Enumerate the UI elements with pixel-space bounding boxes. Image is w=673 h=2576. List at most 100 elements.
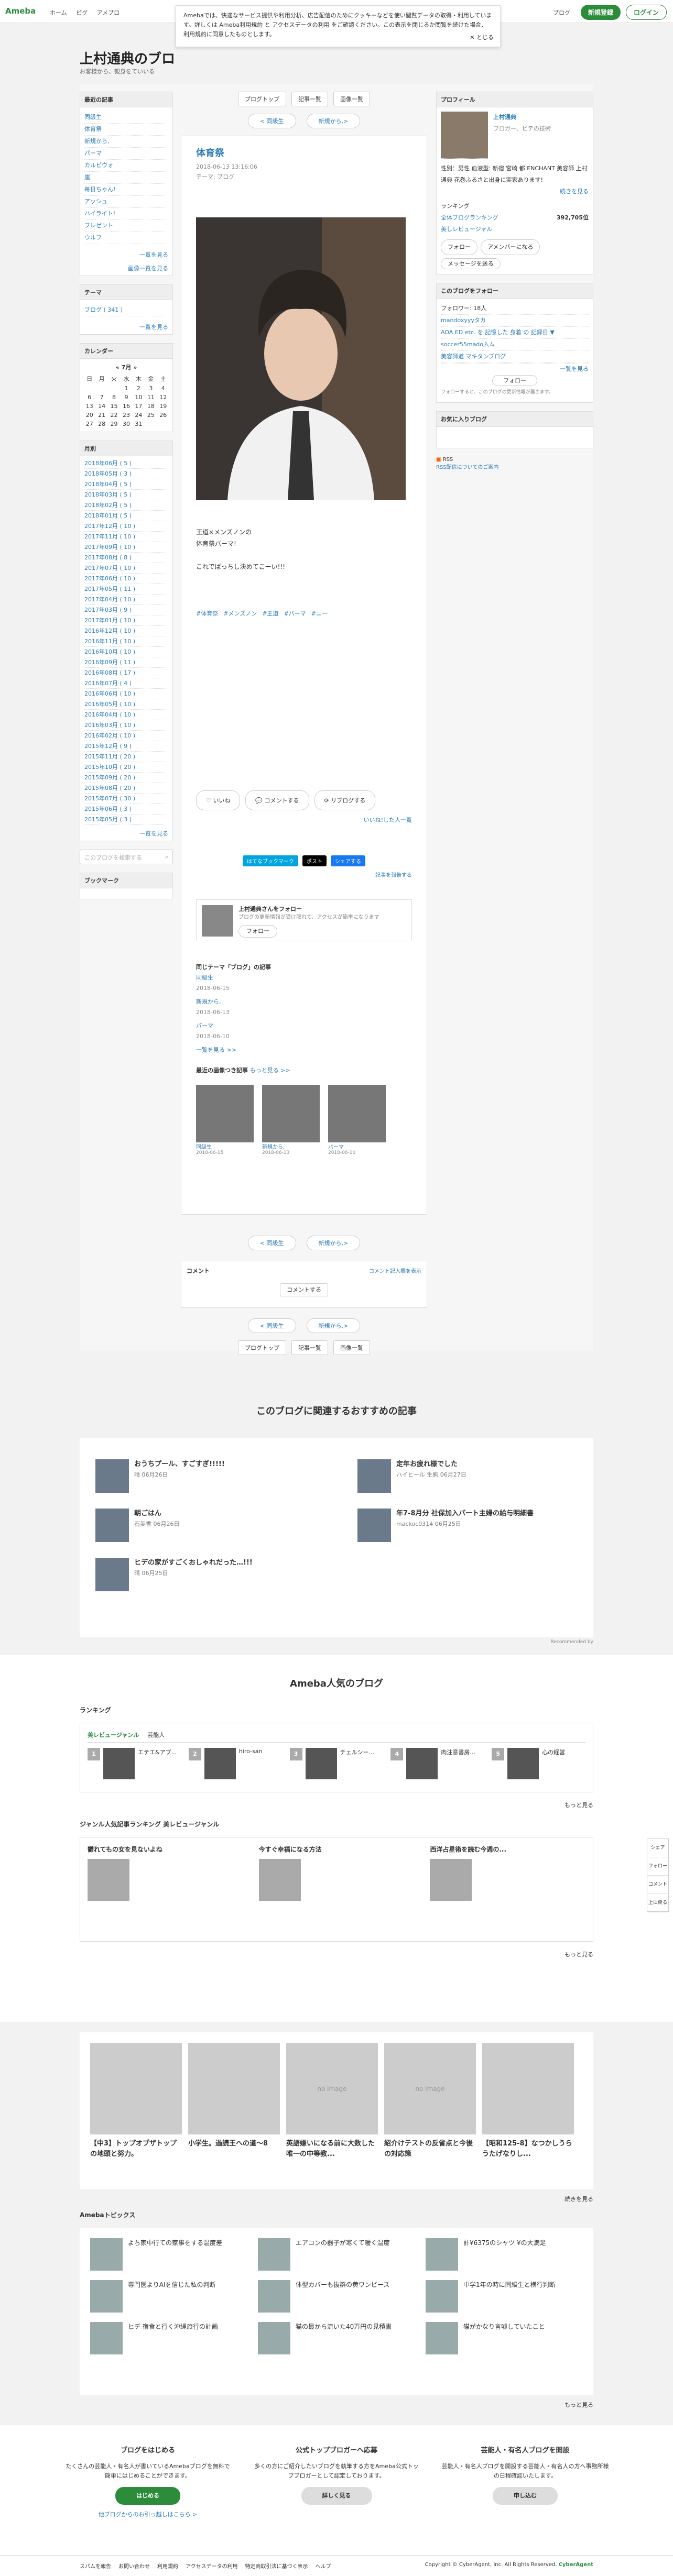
article-photo[interactable] (196, 217, 406, 500)
next-entry-button-bottom[interactable]: 新規から,> (306, 1236, 361, 1250)
hashtag[interactable]: #王道 (262, 610, 278, 617)
month-archive-link[interactable]: 2017年12月 ( 10 ) (84, 521, 168, 532)
recent-more-link[interactable]: 一覧を見る (80, 248, 172, 262)
topic-item[interactable]: よち家中行ての家事をする温度差 (90, 2238, 247, 2271)
month-archive-link[interactable]: 2016年03月 ( 10 ) (84, 720, 168, 731)
search-icon[interactable]: ⌕ (165, 853, 168, 861)
calendar-day[interactable]: 30 (120, 420, 132, 428)
calendar-day[interactable]: 14 (95, 402, 107, 411)
calendar-day[interactable] (83, 384, 95, 393)
same-theme-link[interactable]: 同級生 (196, 973, 412, 983)
footer-link[interactable]: お問い合わせ (118, 2564, 150, 2570)
nav-pigg[interactable]: ピグ (76, 9, 88, 16)
featured-more-link[interactable]: 続きを見る (0, 2195, 593, 2203)
nav-ameblo[interactable]: アメブロ (97, 9, 120, 16)
calendar-day[interactable] (95, 384, 107, 393)
calendar-day[interactable] (108, 384, 120, 393)
calendar-day[interactable]: 11 (145, 393, 157, 402)
footer-link[interactable]: スパムを報告 (80, 2564, 111, 2570)
month-archive-link[interactable]: 2017年03月 ( 9 ) (84, 605, 168, 615)
hatena-share-button[interactable]: はてなブックマーク (243, 855, 298, 866)
month-archive-link[interactable]: 2016年06月 ( 10 ) (84, 689, 168, 699)
nav-home[interactable]: ホーム (50, 9, 67, 16)
calendar-day[interactable]: 9 (120, 393, 132, 402)
follower-link[interactable]: AOA ED etc. を 記憶した 身着 の 記録日 ▼ (441, 327, 589, 339)
month-archive-link[interactable]: 2015年12月 ( 9 ) (84, 741, 168, 752)
calendar-day[interactable]: 26 (157, 411, 169, 420)
chevron-left-icon[interactable]: « (116, 364, 120, 371)
next-entry-button[interactable]: 新規から,> (306, 114, 361, 128)
calendar-day[interactable]: 2 (133, 384, 145, 393)
ranking-item[interactable]: 4 肉注意書房... (390, 1748, 484, 1779)
recent-post-link[interactable]: ウルフ (84, 232, 168, 244)
calendar-day[interactable]: 23 (120, 411, 132, 420)
profile-avatar[interactable] (441, 112, 488, 159)
report-link[interactable]: 記事を報告する (196, 871, 412, 878)
topic-item[interactable]: 中学1年の時に同級生と横行判断 (426, 2280, 583, 2313)
ranking-item[interactable]: 2 hiro-san (188, 1748, 283, 1779)
calendar-day[interactable]: 16 (120, 402, 132, 411)
calendar-day[interactable]: 25 (145, 411, 157, 420)
month-archive-link[interactable]: 2015年09月 ( 20 ) (84, 773, 168, 783)
like-list-link[interactable]: いいね!した人一覧 (196, 816, 412, 824)
ranking-more-link[interactable]: もっと見る (0, 1801, 593, 1809)
prev-entry-button-bottom[interactable]: < 同級生 (247, 1236, 296, 1250)
topic-item[interactable]: 計¥6375のシャツ ¥の大満足 (426, 2238, 583, 2271)
recent-post-link[interactable]: 体育祭 (84, 124, 168, 136)
prev-entry-button[interactable]: < 同級生 (247, 114, 296, 128)
month-archive-link[interactable]: 2017年04月 ( 10 ) (84, 595, 168, 605)
image-post-thumb[interactable]: パーマ 2018-06-10 (328, 1085, 386, 1155)
topic-item[interactable]: 猫がかなり言嘘していたこと (426, 2322, 583, 2354)
footer-card-link[interactable]: 他ブログからのお引っ越しはこちら > (64, 2510, 232, 2519)
month-archive-link[interactable]: 2018年04月 ( 5 ) (84, 479, 168, 490)
image-posts-more[interactable]: もっと見る >> (250, 1067, 290, 1074)
recommended-article[interactable]: ヒデの家がすごくおしゃれだった…!!! 晴 06月25日 (95, 1558, 316, 1591)
next-entry-button-foot[interactable]: 新規から,> (306, 1318, 361, 1333)
calendar-day[interactable]: 31 (133, 420, 145, 428)
month-archive-link[interactable]: 2015年07月 ( 30 ) (84, 794, 168, 804)
month-archive-link[interactable]: 2015年10月 ( 20 ) (84, 762, 168, 773)
calendar-day[interactable]: 27 (83, 420, 95, 428)
tab-beauty[interactable]: 美レビュージャンル (88, 1731, 139, 1739)
recent-post-link[interactable]: 毎日ちゃん! (84, 184, 168, 196)
calendar-day[interactable]: 18 (145, 402, 157, 411)
reblog-button[interactable]: ⟳ リブログする (314, 790, 376, 810)
month-archive-link[interactable]: 2017年11月 ( 10 ) (84, 532, 168, 542)
followers-more[interactable]: 一覧を見る (441, 364, 589, 375)
rss-info-link[interactable]: RSS配信についてのご案内 (436, 463, 593, 470)
month-archive-link[interactable]: 2016年05月 ( 10 ) (84, 699, 168, 710)
recommended-article[interactable]: 朝ごはん 石美香 06月26日 (95, 1509, 316, 1542)
footer-link[interactable]: 特定商取引法に基づく表示 (245, 2564, 308, 2570)
entry-list-button[interactable]: 記事一覧 (291, 92, 328, 106)
month-archive-link[interactable]: 2018年03月 ( 5 ) (84, 490, 168, 500)
comment-button[interactable]: 💬 コメントする (245, 790, 309, 810)
calendar-day[interactable]: 10 (133, 393, 145, 402)
featured-tile[interactable]: 【昭和125-8】なつかしうらうたげなりし... (482, 2043, 574, 2179)
tab-celebrity[interactable]: 芸能人 (147, 1731, 165, 1739)
recommended-article[interactable]: 年7-8月分 社保加入パート主婦の給与明細書 mackoc0314 06月25日 (357, 1509, 578, 1542)
follow-card-button[interactable]: フォロー (238, 925, 277, 938)
calendar-day[interactable]: 13 (83, 402, 95, 411)
calendar-day[interactable]: 6 (83, 393, 95, 402)
ameba-logo[interactable]: Ameba (5, 6, 36, 16)
calendar-day[interactable]: 8 (108, 393, 120, 402)
followers-follow-button[interactable]: フォロー (492, 375, 537, 386)
ranking-sub[interactable]: 美しレビュージャル (441, 224, 589, 235)
signup-button[interactable]: 新規登録 (580, 5, 621, 20)
recent-post-link[interactable]: 嵐 (84, 172, 168, 184)
month-archive-link[interactable]: 2017年06月 ( 10 ) (84, 574, 168, 584)
featured-tile[interactable]: no image 紹介けテストの反省点と今後の対応策 (384, 2043, 476, 2179)
footer-card-button[interactable]: 詳しく見る (301, 2487, 372, 2505)
cookie-close-button[interactable]: ✕ とじる (470, 33, 494, 42)
calendar-day[interactable]: 15 (108, 402, 120, 411)
same-theme-link[interactable]: 新規から, (196, 997, 412, 1007)
monthly-more-link[interactable]: 一覧を見る (80, 827, 172, 841)
featured-tile[interactable]: 【中3】トップオブザトップの地頭と努力。 (90, 2043, 182, 2179)
ranking-label[interactable]: 全体ブログランキング (441, 212, 498, 224)
month-archive-link[interactable]: 2018年02月 ( 5 ) (84, 500, 168, 511)
topic-item[interactable]: ヒデ 宿食と行く沖縄旅行の計画 (90, 2322, 247, 2354)
calendar-day[interactable]: 22 (108, 411, 120, 420)
article-theme[interactable]: テーマ: ブログ (196, 172, 412, 181)
calendar-day[interactable]: 21 (95, 411, 107, 420)
comment-submit-button[interactable]: コメントする (280, 1283, 328, 1296)
